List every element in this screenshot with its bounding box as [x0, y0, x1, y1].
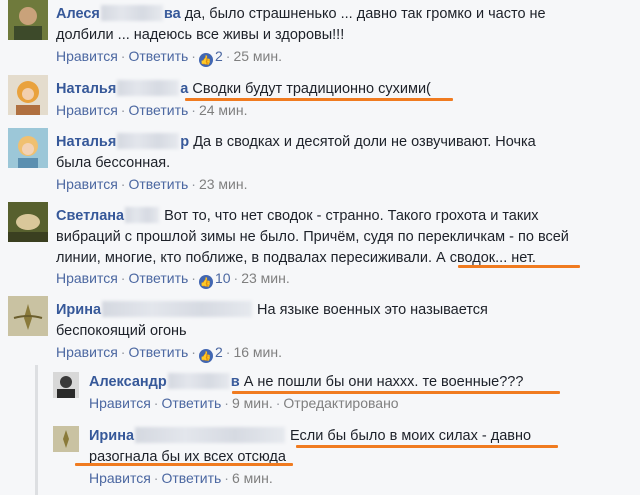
highlight-underline: [458, 265, 580, 268]
timestamp[interactable]: 16 мин.: [233, 344, 282, 360]
timestamp[interactable]: 24 мин.: [199, 102, 248, 118]
reply-text: Если бы было в моих силах - давно: [290, 428, 532, 444]
comment-text: Да в сводках и десятой доли не озвучиваю…: [193, 134, 536, 150]
reply-link[interactable]: Ответить: [161, 470, 221, 486]
like-reaction-icon[interactable]: 👍: [198, 275, 213, 289]
like-link[interactable]: Нравится: [56, 48, 118, 64]
comment-text: вибраций с прошлой зимы не было. Причём,…: [56, 229, 569, 245]
like-reaction-icon[interactable]: 👍: [198, 53, 213, 67]
avatar[interactable]: [8, 202, 48, 242]
avatar[interactable]: [53, 372, 79, 398]
avatar[interactable]: [8, 296, 48, 336]
like-link[interactable]: Нравится: [89, 470, 151, 486]
reply-link[interactable]: Ответить: [128, 270, 188, 286]
timestamp[interactable]: 25 мин.: [233, 48, 282, 64]
like-link[interactable]: Нравится: [56, 176, 118, 192]
timestamp[interactable]: 6 мин.: [232, 470, 273, 486]
reply-author[interactable]: Александр: [89, 374, 167, 390]
avatar[interactable]: [8, 75, 48, 115]
like-link[interactable]: Нравится: [89, 395, 151, 411]
timestamp[interactable]: 23 мин.: [199, 176, 248, 192]
avatar[interactable]: [8, 0, 48, 40]
reply-link[interactable]: Ответить: [128, 344, 188, 360]
reaction-count[interactable]: 2: [215, 48, 223, 64]
like-link[interactable]: Нравится: [56, 270, 118, 286]
comment-text-highlight: А сводок... нет.: [436, 250, 536, 266]
reply-link[interactable]: Ответить: [128, 48, 188, 64]
comment-text: беспокоящий огонь: [56, 323, 187, 339]
redacted-name: [135, 427, 286, 443]
reply-link[interactable]: Ответить: [128, 102, 188, 118]
comment-text: была бессонная.: [56, 155, 171, 171]
reply-link[interactable]: Ответить: [161, 395, 221, 411]
highlight-underline: [296, 445, 558, 448]
comment-text: линии, многие, кто поближе, в подвалах п…: [56, 250, 432, 266]
comment-author[interactable]: Наталья: [56, 134, 116, 150]
like-link[interactable]: Нравится: [56, 102, 118, 118]
comment-text: Вот то, что нет сводок - странно. Такого…: [164, 208, 539, 224]
redacted-name: [117, 133, 180, 149]
redacted-name: [125, 207, 160, 223]
avatar[interactable]: [53, 426, 79, 452]
reply-thread-line: [35, 365, 38, 495]
edited-label[interactable]: Отредактировано: [283, 395, 398, 411]
reply-author[interactable]: Ирина: [89, 428, 134, 444]
highlight-underline: [75, 463, 293, 466]
comment-author[interactable]: Наталья: [56, 81, 116, 97]
redacted-name: [117, 80, 180, 96]
like-reaction-icon[interactable]: 👍: [198, 349, 213, 363]
redacted-name: [102, 301, 253, 317]
reply-link[interactable]: Ответить: [128, 176, 188, 192]
timestamp[interactable]: 9 мин.: [232, 395, 273, 411]
reply-text: А не пошли бы они наххх. те военные???: [243, 374, 524, 390]
redacted-name: [167, 373, 230, 389]
reaction-count[interactable]: 10: [215, 270, 231, 286]
like-link[interactable]: Нравится: [56, 344, 118, 360]
comment-author[interactable]: Алеся: [56, 6, 100, 22]
avatar[interactable]: [8, 128, 48, 168]
comment-text: На языке военных это называется: [257, 302, 488, 318]
comment-text: Сводки будут традиционно сухими(: [192, 81, 431, 97]
reaction-count[interactable]: 2: [215, 344, 223, 360]
comment-author[interactable]: Светлана: [56, 208, 124, 224]
comment-text: долбили ... надеюсь все живы и здоровы!!…: [56, 27, 345, 43]
redacted-name: [100, 5, 163, 21]
comment-author[interactable]: Ирина: [56, 302, 101, 318]
timestamp[interactable]: 23 мин.: [241, 270, 290, 286]
comment-text: да, было страшненько ... давно так громк…: [184, 6, 546, 22]
